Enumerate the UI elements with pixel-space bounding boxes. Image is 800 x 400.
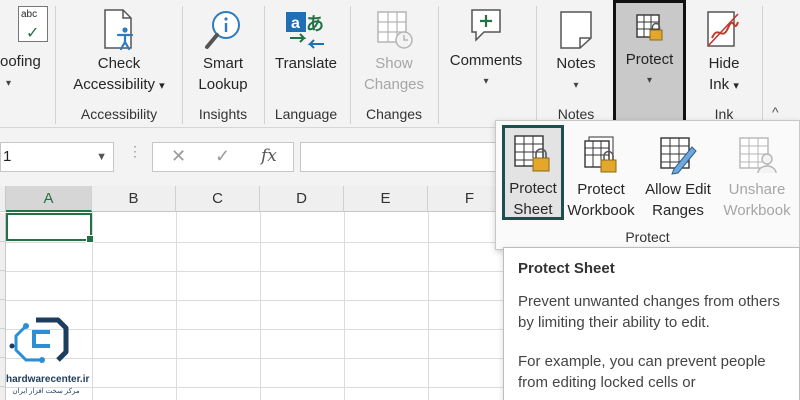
chevron-down-icon[interactable]: ▼: [96, 143, 107, 171]
smart-lookup-icon: [203, 8, 243, 58]
watermark-tagline: مرکز سخت افزار ایران: [12, 388, 80, 395]
chevron-down-icon: ▾: [646, 75, 653, 86]
chevron-down-icon: ▾: [483, 76, 489, 87]
column-header-e[interactable]: E: [344, 186, 428, 212]
translate-icon: a あ: [284, 8, 328, 58]
active-cell-a1[interactable]: [6, 213, 94, 243]
note-icon: [556, 8, 596, 58]
smart-lookup-button[interactable]: Smart Lookup: [188, 0, 258, 100]
group-label-accessibility: Accessibility: [80, 106, 158, 122]
group-label-changes: Changes: [365, 106, 423, 122]
gridline: [260, 212, 261, 400]
chevron-down-icon: ▾: [159, 80, 165, 92]
check-accessibility-button[interactable]: Check Accessibility ▾: [64, 0, 174, 100]
tooltip-description: Prevent unwanted changes from others by …: [518, 293, 780, 331]
chevron-down-icon: ▾: [573, 80, 579, 91]
group-label-language: Language: [274, 106, 338, 122]
group-divider: [55, 6, 56, 124]
column-header-c[interactable]: C: [176, 186, 260, 212]
unshare-workbook-button[interactable]: Unshare Workbook: [718, 125, 796, 220]
gridline: [428, 212, 429, 400]
column-header-b[interactable]: B: [92, 186, 176, 212]
gridline: [344, 212, 345, 400]
chevron-down-icon: ▾: [6, 78, 12, 89]
gridline: [176, 212, 177, 400]
enter-icon[interactable]: ✓: [215, 146, 230, 167]
show-changes-icon: [374, 8, 414, 58]
hide-ink-icon: [704, 8, 744, 58]
group-divider: [350, 6, 351, 124]
spelling-button[interactable]: abc ✓ oofing ▾: [0, 0, 48, 100]
cancel-icon[interactable]: ✕: [171, 146, 186, 167]
name-box[interactable]: 1 ▼: [0, 142, 114, 172]
unshare-workbook-icon: [737, 135, 777, 181]
protect-icon: [635, 13, 665, 48]
group-divider: [438, 6, 439, 124]
watermark-logo: hardwarecenter.ir مرکز سخت افزار ایران: [6, 312, 90, 396]
allow-edit-ranges-icon: [658, 135, 698, 181]
allow-edit-ranges-button[interactable]: Allow Edit Ranges: [638, 125, 718, 220]
drag-handle-icon[interactable]: ⋮: [128, 144, 142, 158]
insert-function-icon[interactable]: fx: [261, 146, 277, 166]
svg-text:a: a: [291, 15, 300, 32]
group-divider: [264, 6, 265, 124]
collapse-ribbon-icon[interactable]: ^: [772, 104, 779, 120]
group-label-protect: Protect: [625, 229, 670, 245]
translate-button[interactable]: a あ Translate: [268, 0, 344, 100]
formula-controls: ✕ ✓ fx: [152, 142, 294, 172]
column-header-a[interactable]: A: [6, 186, 92, 212]
comments-button[interactable]: Comments ▾: [444, 0, 528, 100]
group-divider: [762, 6, 763, 124]
column-header-d[interactable]: D: [260, 186, 344, 212]
protect-workbook-button[interactable]: Protect Workbook: [564, 125, 638, 220]
group-divider: [536, 6, 537, 124]
circuit-logo-icon: [9, 317, 69, 363]
tooltip-example: For example, you can prevent people from…: [518, 353, 766, 391]
hide-ink-button[interactable]: Hide Ink ▾: [692, 0, 756, 100]
protect-sheet-button[interactable]: Protect Sheet: [502, 125, 564, 220]
group-divider: [182, 6, 183, 124]
protect-sheet-icon: [513, 134, 553, 180]
ribbon: abc ✓ oofing ▾ Check Accessibility ▾ Acc…: [0, 0, 800, 128]
row-header[interactable]: [0, 271, 6, 300]
show-changes-button[interactable]: Show Changes: [356, 0, 432, 100]
spelling-icon: abc ✓: [18, 6, 48, 42]
group-label-insights: Insights: [198, 106, 248, 122]
svg-text:あ: あ: [306, 14, 324, 35]
tooltip-title: Protect Sheet: [518, 260, 615, 277]
accessibility-icon: [99, 8, 139, 58]
comment-icon: [466, 6, 506, 52]
chevron-down-icon: ▾: [733, 80, 739, 92]
notes-button[interactable]: Notes ▾: [542, 0, 610, 100]
protect-workbook-icon: [581, 135, 621, 181]
watermark-domain: hardwarecenter.ir: [6, 374, 90, 385]
protect-dropdown: Protect Sheet Protect Workbook Allow Edi…: [495, 120, 800, 250]
protect-sheet-tooltip: Protect Sheet Prevent unwanted changes f…: [503, 247, 800, 400]
protect-button[interactable]: Protect ▾: [613, 0, 686, 126]
row-header[interactable]: [0, 242, 6, 271]
name-box-value: 1: [3, 148, 12, 165]
